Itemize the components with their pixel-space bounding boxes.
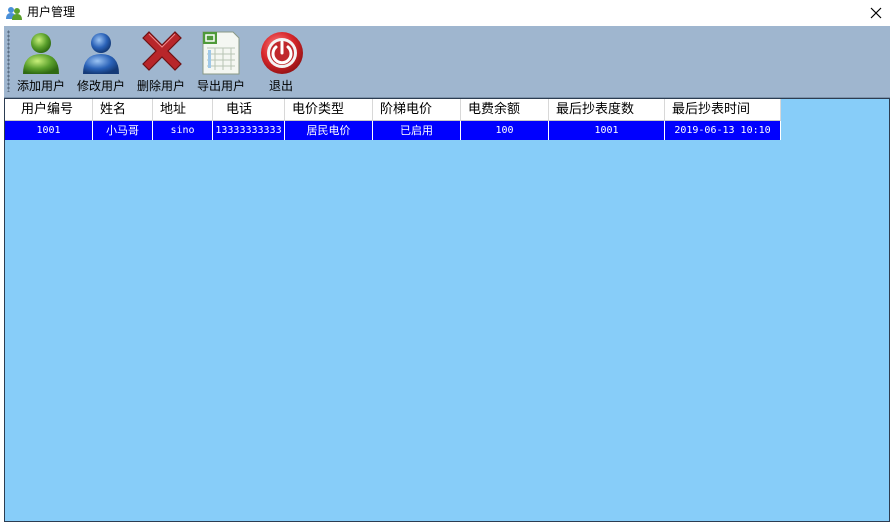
cell-price-type: 居民电价 — [285, 121, 373, 140]
column-header-price-type[interactable]: 电价类型 — [285, 99, 373, 121]
add-user-icon — [23, 33, 59, 74]
add-user-button[interactable]: 添加用户 — [12, 28, 70, 94]
cell-tiered-price: 已启用 — [373, 121, 461, 140]
column-header-name[interactable]: 姓名 — [93, 99, 153, 121]
exit-label: 退出 — [268, 79, 293, 93]
delete-user-label: 删除用户 — [136, 79, 185, 93]
edit-user-button[interactable]: 修改用户 — [72, 28, 130, 94]
close-button[interactable] — [858, 0, 894, 26]
cell-user-id: 1001 — [5, 121, 93, 140]
column-header-last-reading-time[interactable]: 最后抄表时间 — [665, 99, 781, 121]
table-row[interactable]: 1001 小马哥 sino 13333333333 居民电价 已启用 100 1… — [5, 121, 781, 140]
column-header-user-id[interactable]: 用户编号 — [5, 99, 93, 121]
spreadsheet-export-icon — [202, 31, 240, 75]
column-header-last-reading[interactable]: 最后抄表度数 — [549, 99, 665, 121]
cell-balance: 100 — [461, 121, 549, 140]
add-user-label: 添加用户 — [16, 79, 65, 93]
grid-header: 用户编号 姓名 地址 电话 电价类型 阶梯电价 电费余额 最后抄表度数 最后抄表… — [5, 99, 781, 121]
cell-phone: 13333333333 — [213, 121, 285, 140]
delete-user-button[interactable]: 删除用户 — [132, 28, 190, 94]
close-icon — [870, 7, 882, 19]
cell-last-reading-time: 2019-06-13 10:10 — [665, 121, 781, 140]
user-data-grid[interactable]: 用户编号 姓名 地址 电话 电价类型 阶梯电价 电费余额 最后抄表度数 最后抄表… — [4, 98, 890, 522]
power-icon — [261, 32, 303, 74]
cell-last-reading: 1001 — [549, 121, 665, 140]
column-header-address[interactable]: 地址 — [153, 99, 213, 121]
title-bar: 用户管理 — [0, 0, 894, 26]
user-management-window: 用户管理 添加用户 修改用户 删除用户 导出用户 退出 用户编号 姓名 地址 电… — [0, 0, 894, 525]
cell-name: 小马哥 — [93, 121, 153, 140]
toolbar: 添加用户 修改用户 删除用户 导出用户 退出 — [4, 26, 890, 98]
column-header-phone[interactable]: 电话 — [213, 99, 285, 121]
export-user-label: 导出用户 — [196, 79, 245, 93]
users-icon — [6, 7, 22, 20]
export-user-button[interactable]: 导出用户 — [192, 28, 250, 94]
exit-button[interactable]: 退出 — [252, 28, 310, 94]
delete-cross-icon — [142, 31, 182, 71]
window-title: 用户管理 — [27, 5, 76, 19]
column-header-tiered-price[interactable]: 阶梯电价 — [373, 99, 461, 121]
edit-user-icon — [83, 33, 119, 74]
column-header-balance[interactable]: 电费余额 — [461, 99, 549, 121]
edit-user-label: 修改用户 — [76, 79, 125, 93]
toolbar-grip[interactable] — [7, 30, 10, 92]
cell-address: sino — [153, 121, 213, 140]
